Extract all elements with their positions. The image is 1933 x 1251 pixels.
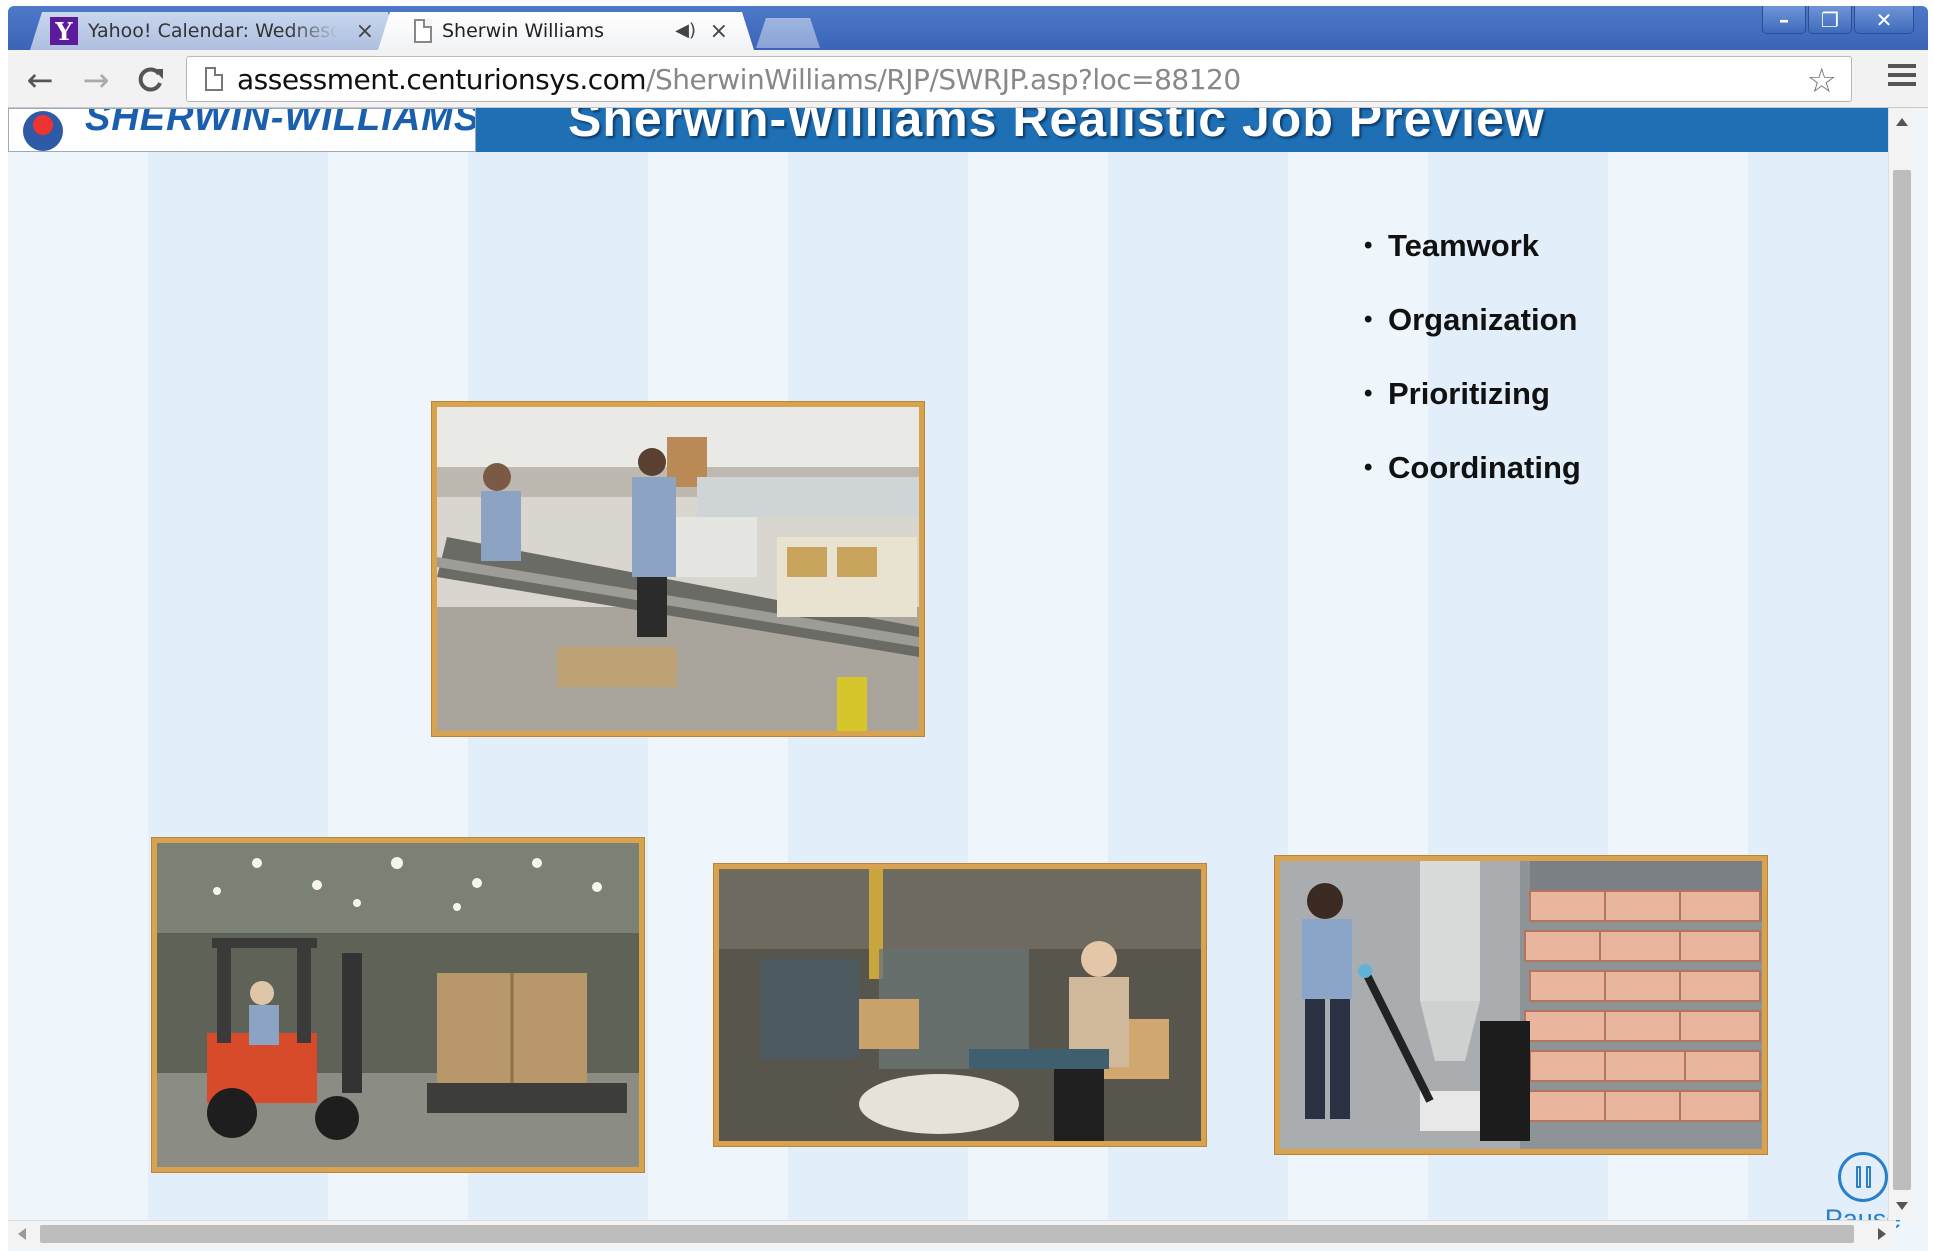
window-controls: – ❐ ✕: [1762, 6, 1914, 36]
bullet: •: [1364, 454, 1373, 481]
scroll-up-arrow-icon[interactable]: [1896, 118, 1908, 126]
list-item: • Teamwork: [1364, 228, 1581, 302]
pause-icon[interactable]: [1838, 1152, 1888, 1202]
slide-stage: • Teamwork • Organization • Prioritizing…: [8, 152, 1901, 1234]
page-viewport: SHERWIN-WILLIAMS. Sherwin-Williams Reali…: [8, 108, 1928, 1251]
list-item: • Prioritizing: [1364, 376, 1581, 450]
bullet: •: [1364, 380, 1373, 407]
scroll-left-arrow-icon[interactable]: [18, 1228, 26, 1240]
bullet: •: [1364, 232, 1373, 259]
logo-globe-icon: [23, 111, 63, 151]
scroll-right-arrow-icon[interactable]: [1878, 1228, 1886, 1240]
url-host: assessment.centurionsys.com: [237, 62, 647, 96]
logo-text: SHERWIN-WILLIAMS.: [85, 108, 476, 139]
page-title: Sherwin-Williams Realistic Job Preview: [568, 108, 1545, 147]
url-text: assessment.centurionsys.com/SherwinWilli…: [237, 63, 1241, 96]
close-tab-icon[interactable]: ×: [710, 19, 728, 44]
document-icon: [414, 19, 432, 43]
vertical-scroll-thumb[interactable]: [1893, 170, 1911, 1190]
bullet: •: [1364, 306, 1373, 333]
skill-label: Prioritizing: [1388, 376, 1550, 411]
tab-yahoo-calendar[interactable]: Y Yahoo! Calendar: Wednesda ×: [30, 12, 400, 50]
tab-sherwin-williams[interactable]: Sherwin Williams ◀) ×: [378, 12, 754, 50]
horizontal-scrollbar[interactable]: [8, 1220, 1896, 1246]
skill-label: Coordinating: [1388, 450, 1581, 485]
page-header: SHERWIN-WILLIAMS. Sherwin-Williams Reali…: [8, 108, 1896, 152]
sherwin-williams-logo: SHERWIN-WILLIAMS.: [8, 108, 476, 152]
scroll-down-arrow-icon[interactable]: [1896, 1202, 1908, 1210]
page-info-icon[interactable]: [205, 67, 223, 91]
tab-title: Sherwin Williams: [442, 20, 605, 42]
skill-label: Teamwork: [1388, 228, 1540, 263]
skills-list: • Teamwork • Organization • Prioritizing…: [1364, 228, 1581, 524]
reload-glyph: [138, 67, 163, 92]
bookmark-star-icon[interactable]: ☆: [1807, 61, 1837, 101]
minimize-icon[interactable]: –: [1762, 6, 1806, 34]
menu-icon[interactable]: [1888, 64, 1916, 88]
list-item: • Coordinating: [1364, 450, 1581, 524]
skill-label: Organization: [1388, 302, 1578, 337]
close-window-icon[interactable]: ✕: [1854, 6, 1914, 34]
vertical-scrollbar[interactable]: [1888, 108, 1914, 1220]
browser-tab-strip: Y Yahoo! Calendar: Wednesda × Sherwin Wi…: [8, 6, 1928, 50]
reload-icon[interactable]: [132, 62, 168, 98]
close-tab-icon[interactable]: ×: [356, 19, 374, 44]
yahoo-icon: Y: [50, 17, 78, 45]
address-bar[interactable]: assessment.centurionsys.com/SherwinWilli…: [186, 56, 1852, 102]
browser-toolbar: ← → assessment.centurionsys.com/SherwinW…: [8, 50, 1928, 108]
audio-playing-icon: ◀): [675, 20, 696, 41]
back-arrow-icon[interactable]: ←: [22, 61, 58, 99]
boxing-photo: [714, 864, 1206, 1146]
horizontal-scroll-thumb[interactable]: [40, 1225, 1854, 1243]
new-tab-button[interactable]: [756, 18, 820, 48]
url-path: /SherwinWilliams/RJP/SWRJP.asp?loc=88120: [646, 62, 1241, 96]
restore-icon[interactable]: ❐: [1808, 6, 1852, 34]
pallet-jack-photo: [1275, 856, 1767, 1154]
forward-arrow-icon[interactable]: →: [78, 61, 114, 99]
tab-title: Yahoo! Calendar: Wednesda: [88, 20, 338, 42]
conveyor-photo: [432, 402, 924, 736]
list-item: • Organization: [1364, 302, 1581, 376]
forklift-photo: [152, 838, 644, 1172]
